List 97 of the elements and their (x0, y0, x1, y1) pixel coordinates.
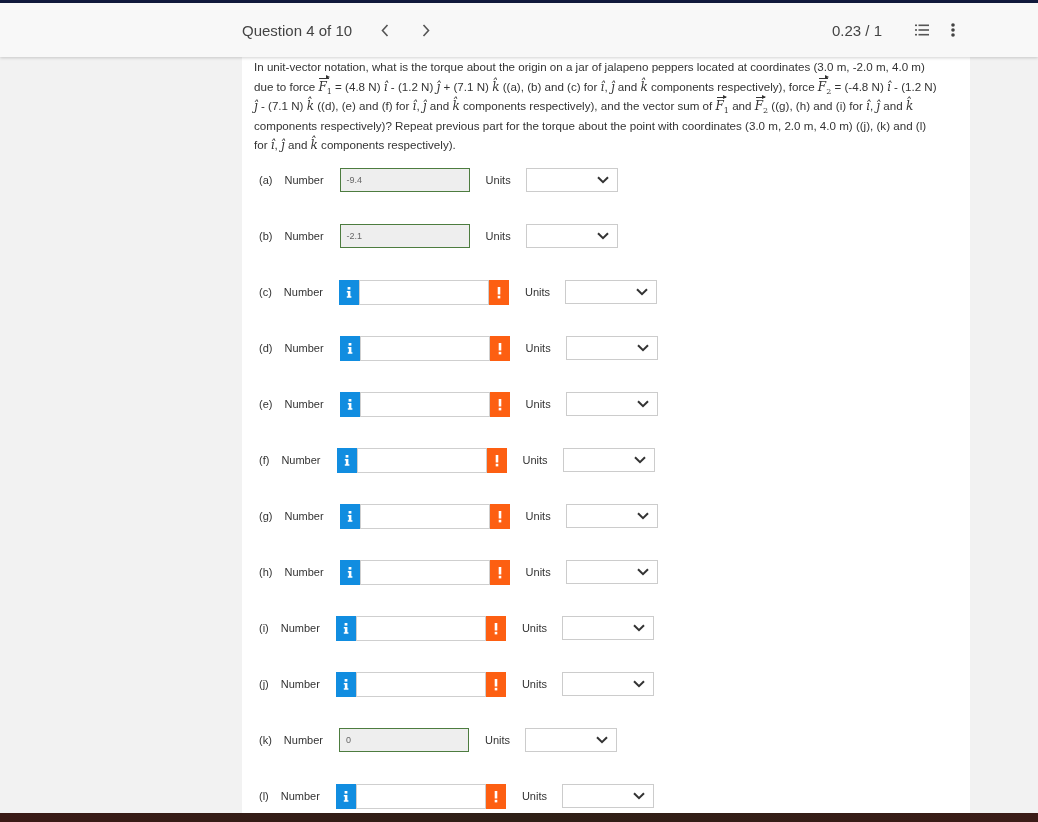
alert-icon (485, 671, 506, 697)
number-input[interactable] (359, 335, 490, 361)
chevron-left-icon[interactable] (381, 23, 390, 37)
number-input[interactable] (355, 615, 486, 641)
chevron-right-icon[interactable] (422, 23, 431, 37)
number-input[interactable] (355, 783, 486, 809)
part-label: (h) (259, 566, 273, 578)
part-label: (j) (259, 678, 269, 690)
part-label: (a) (259, 174, 273, 186)
units-dropdown[interactable] (561, 784, 654, 808)
number-input[interactable]: -9.4 (339, 168, 470, 192)
number-label: Number (284, 174, 324, 186)
number-label: Number (283, 734, 323, 746)
info-icon[interactable] (335, 671, 356, 697)
units-label: Units (524, 286, 550, 298)
units-dropdown[interactable] (525, 168, 618, 192)
alert-icon (489, 559, 510, 585)
units-dropdown[interactable] (562, 448, 655, 472)
number-label: Number (281, 454, 321, 466)
number-input[interactable] (359, 503, 490, 529)
number-label: Number (284, 230, 324, 242)
chevron-down-icon (632, 624, 645, 632)
units-dropdown[interactable] (525, 728, 617, 752)
number-label: Number (284, 342, 324, 354)
info-icon[interactable] (335, 783, 356, 809)
units-label: Units (525, 342, 551, 354)
units-dropdown[interactable] (565, 392, 658, 416)
score-text: 0.23 / 1 (831, 21, 882, 39)
part-label: (i) (259, 622, 269, 634)
info-icon[interactable] (335, 615, 356, 641)
number-label: Number (280, 622, 320, 634)
units-dropdown[interactable] (525, 224, 618, 248)
number-label: Number (280, 790, 320, 802)
chevron-down-icon (632, 792, 645, 800)
units-label: Units (521, 678, 547, 690)
units-label: Units (485, 230, 511, 242)
chevron-down-icon (596, 736, 608, 744)
chevron-down-icon (596, 232, 609, 240)
chevron-down-icon (636, 344, 649, 352)
info-icon[interactable] (339, 559, 360, 585)
alert-icon (489, 391, 510, 417)
chevron-down-icon (636, 288, 648, 296)
alert-icon (488, 279, 509, 305)
number-label: Number (280, 678, 320, 690)
units-label: Units (484, 734, 510, 746)
chevron-down-icon (632, 680, 645, 688)
number-input[interactable]: -2.1 (339, 224, 470, 248)
info-icon[interactable] (336, 447, 357, 473)
part-label: (g) (259, 510, 273, 522)
units-label: Units (521, 622, 547, 634)
number-input[interactable] (356, 447, 487, 473)
units-dropdown[interactable] (565, 336, 658, 360)
number-label: Number (284, 566, 324, 578)
chevron-down-icon (633, 456, 646, 464)
units-dropdown[interactable] (565, 504, 658, 528)
units-dropdown[interactable] (561, 672, 654, 696)
units-label: Units (525, 510, 551, 522)
part-label: (k) (259, 734, 272, 746)
number-input[interactable] (359, 559, 490, 585)
number-label: Number (284, 398, 324, 410)
part-label: (l) (259, 790, 269, 802)
alert-icon (485, 783, 506, 809)
part-label: (b) (259, 230, 273, 242)
units-label: Units (525, 398, 551, 410)
chevron-down-icon (636, 512, 649, 520)
number-input[interactable] (355, 671, 486, 697)
units-dropdown[interactable] (565, 560, 658, 584)
info-icon[interactable] (339, 335, 360, 361)
number-label: Number (284, 510, 324, 522)
question-counter: Question 4 of 10 (242, 21, 353, 39)
part-label: (f) (259, 454, 270, 466)
chevron-down-icon (636, 568, 649, 576)
units-dropdown[interactable] (561, 616, 654, 640)
number-label: Number (283, 286, 323, 298)
numbered-list-icon[interactable] (915, 24, 929, 36)
units-dropdown[interactable] (565, 280, 657, 304)
part-label: (c) (259, 286, 272, 298)
number-input[interactable]: 0 (338, 728, 469, 752)
part-label: (e) (259, 398, 273, 410)
alert-icon (489, 503, 510, 529)
chevron-down-icon (596, 176, 609, 184)
chevron-down-icon (636, 400, 649, 408)
alert-icon (486, 447, 507, 473)
alert-icon (489, 335, 510, 361)
question-text: In unit-vector notation, what is the torque about the origin on a jar of jalapeno peppers located at coordinates (3.0 m, -2.0 m, 4.0 m) due to force F$_{1}$ = (4.8 N) î - (1.2 N) ĵ + (7.1 N) k̂ ((a), (b) and (c) for î, ĵ and k̂ components respectively), force F$_{2}$ = (-4.8 N) î - (1.2 N) ĵ - (7.1 N) k̂ ((d), (e) and (f) for î, ĵ and k̂ components respectively), and the vector sum of F$_{1}$ and F$_{2}$ ((g), (h) and (i) for î, ĵ and k̂ components respectively)? Repeat previous part for the torque about the point with coordinates (3.0 m, 2.0 m, 4.0 m) ((j), (k) and (l) for î, ĵ and k̂ components respectively). (251, 59, 938, 154)
units-label: Units (525, 566, 551, 578)
units-label: Units (522, 454, 548, 466)
number-input[interactable] (359, 391, 490, 417)
info-icon[interactable] (338, 279, 359, 305)
info-icon[interactable] (339, 503, 360, 529)
more-options-icon[interactable] (951, 23, 955, 37)
units-label: Units (485, 174, 511, 186)
units-label: Units (521, 790, 547, 802)
part-label: (d) (259, 342, 273, 354)
info-icon[interactable] (339, 391, 360, 417)
alert-icon (485, 615, 506, 641)
number-input[interactable] (358, 279, 489, 305)
